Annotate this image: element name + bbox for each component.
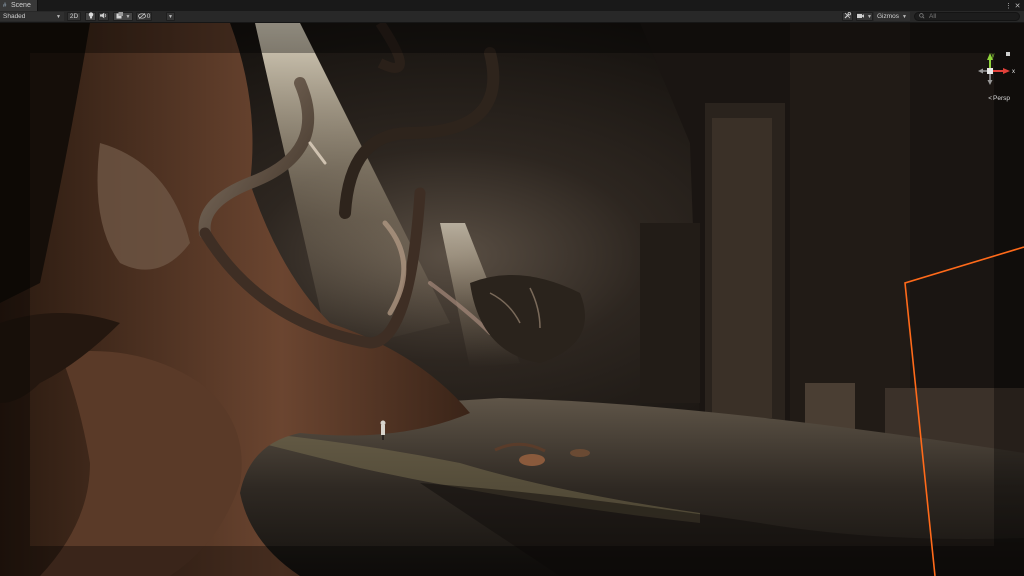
scene-render (0, 23, 1024, 576)
chevron-down-icon: ▼ (902, 13, 907, 20)
gizmos-dropdown[interactable]: Gizmos ▼ (874, 12, 910, 21)
chevron-down-icon: ▼ (867, 13, 872, 20)
close-icon[interactable]: ✕ (1013, 0, 1022, 11)
tools-button[interactable] (842, 12, 853, 21)
scene-hash-icon: # (3, 2, 7, 9)
projection-label: Persp (993, 95, 1010, 102)
lock-icon (1006, 52, 1010, 56)
wrench-icon (844, 12, 851, 21)
hierarchy-search-input[interactable]: All (914, 12, 1020, 21)
hidden-count: 0 (146, 13, 151, 20)
chevron-down-icon: ▼ (168, 13, 173, 20)
shading-mode-value: Shaded (3, 13, 26, 20)
gizmo-y-label: y (992, 53, 995, 59)
scene-toolbar: Shaded ▼ 2D ▼ 0 ▼ ▼ Gizmos ▼ All (0, 11, 1024, 23)
eye-slash-icon (137, 12, 146, 21)
gizmo-x-label: x (1012, 69, 1015, 75)
chevron-left-icon: < (988, 95, 993, 102)
lighting-toggle-button[interactable] (85, 12, 96, 21)
camera-icon (857, 13, 865, 21)
more-icon[interactable]: ⋮ (1004, 0, 1013, 11)
overflow-dropdown[interactable]: ▼ (166, 12, 175, 21)
speaker-icon (100, 12, 107, 21)
shading-mode-dropdown[interactable]: Shaded ▼ (0, 12, 64, 21)
projection-toggle[interactable]: < Persp (988, 95, 1010, 102)
gizmos-label: Gizmos (877, 13, 900, 20)
tab-scene-label: Scene (11, 2, 31, 9)
hidden-objects-toggle[interactable]: 0 (136, 12, 152, 21)
2d-toggle-label: 2D (69, 13, 79, 20)
search-icon (919, 12, 926, 21)
chevron-down-icon: ▼ (125, 13, 131, 20)
effects-icon (116, 12, 123, 21)
2d-toggle-button[interactable]: 2D (67, 12, 81, 21)
search-placeholder: All (929, 13, 937, 20)
scene-viewport[interactable]: y x < Persp (0, 23, 1024, 576)
chevron-down-icon: ▼ (56, 13, 61, 20)
tab-scene[interactable]: # Scene (0, 0, 38, 11)
audio-toggle-button[interactable] (98, 12, 109, 21)
camera-settings-dropdown[interactable]: ▼ (856, 12, 873, 21)
lightbulb-icon (88, 12, 94, 21)
effects-dropdown[interactable]: ▼ (113, 12, 133, 21)
